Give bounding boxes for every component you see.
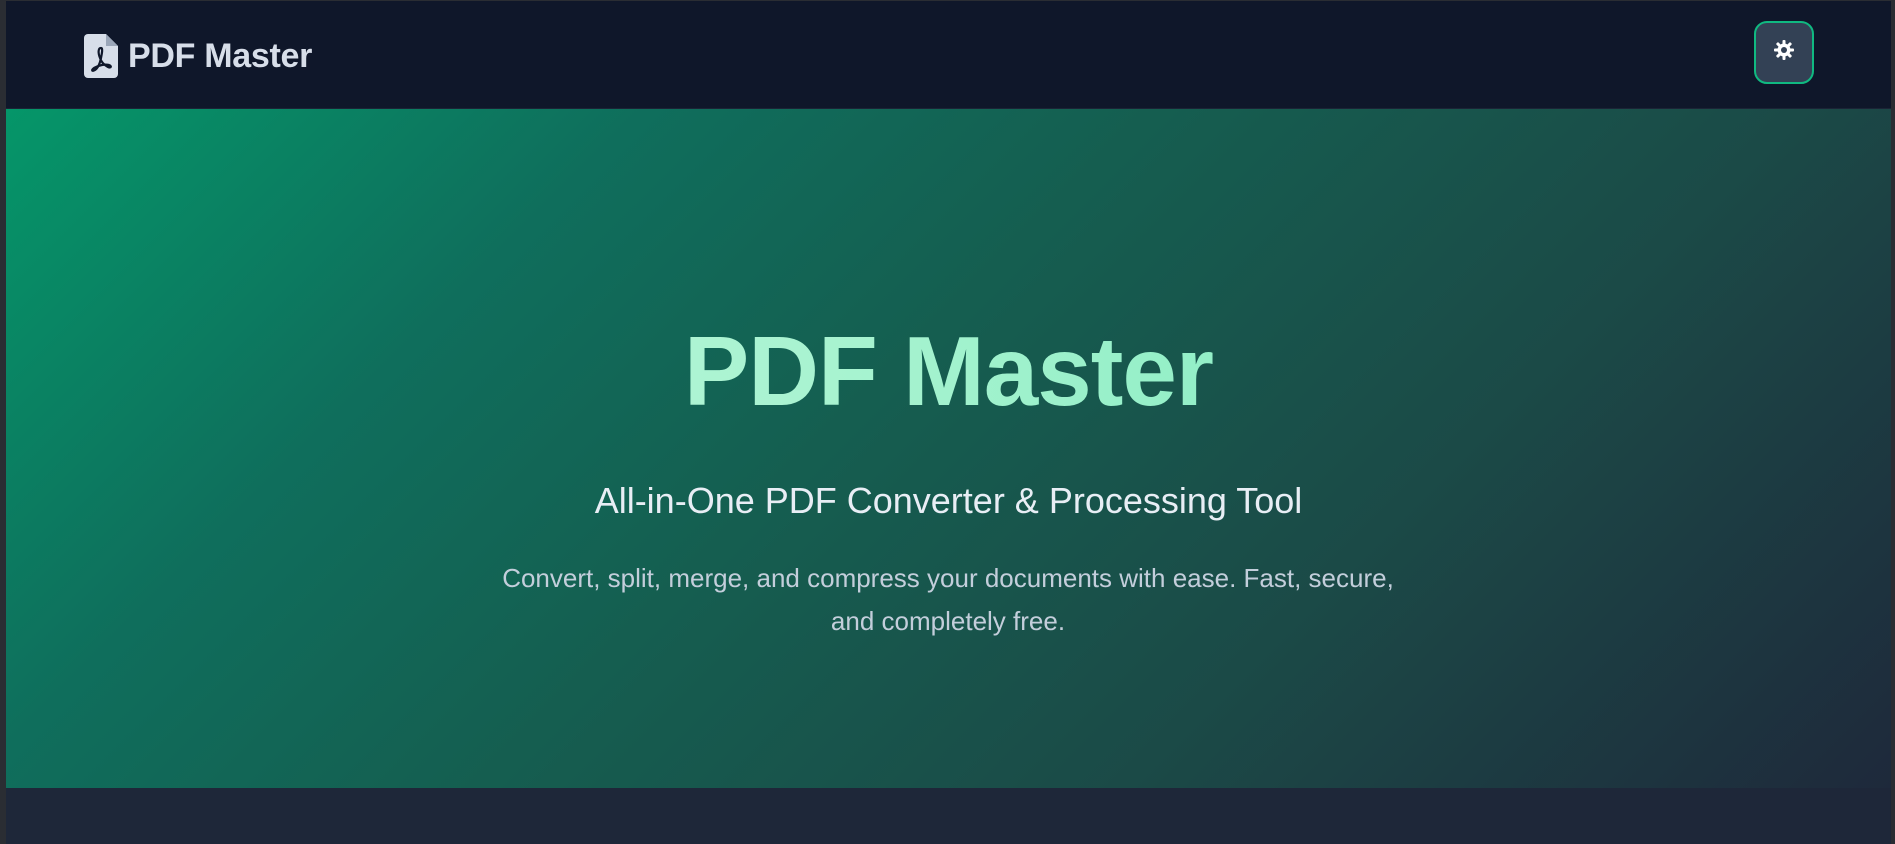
navbar: PDF Master [6,1,1891,109]
gear-icon [1773,39,1795,66]
app-window: PDF Master PDF Master All-in-One PDF Con… [6,1,1891,844]
hero-description: Convert, split, merge, and compress your… [502,563,1394,636]
hero-subtitle: All-in-One PDF Converter & Processing To… [594,480,1303,521]
theme-toggle-button[interactable] [1754,21,1814,84]
content-area [6,788,1891,844]
brand-logo[interactable]: PDF Master [84,33,312,79]
brand-name: PDF Master [128,36,313,75]
pdf-file-icon [84,34,118,78]
hero-section: PDF Master All-in-One PDF Converter & Pr… [6,109,1891,788]
hero-title: PDF Master [6,316,1891,426]
